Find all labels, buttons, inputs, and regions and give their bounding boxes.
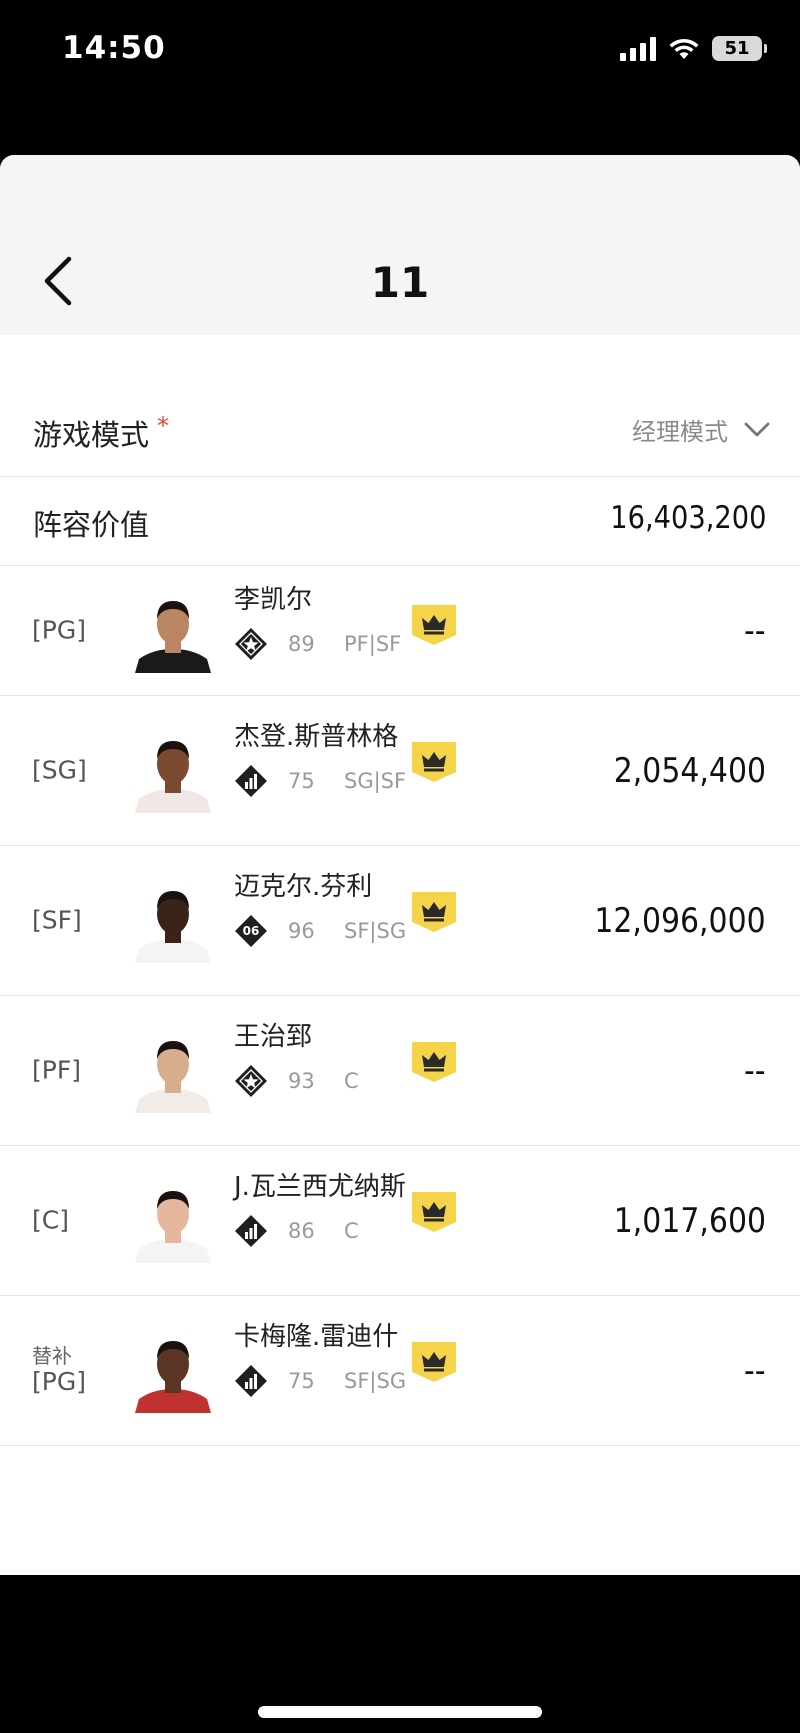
game-mode-select[interactable]: 经理模式	[632, 412, 770, 447]
player-meta: 89 PF|SF	[234, 627, 401, 661]
player-name: 杰登.斯普林格	[234, 722, 399, 752]
crown-icon	[412, 1342, 456, 1382]
player-positions: C	[344, 1219, 359, 1243]
player-meta: 93 C	[234, 1064, 359, 1098]
player-name: J.瓦兰西尤纳斯	[234, 1172, 406, 1202]
player-price: 1,017,600	[613, 1200, 766, 1241]
player-row-6[interactable]: 替补 [PG] 卡梅隆.雷迪什 75 SF|SG --	[0, 1296, 800, 1446]
game-mode-label: 游戏模式 *	[33, 412, 170, 452]
player-name: 卡梅隆.雷迪什	[234, 1322, 399, 1352]
player-row-5[interactable]: [C] J.瓦兰西尤纳斯 86 C 1,017,600	[0, 1146, 800, 1296]
player-positions: C	[344, 1069, 359, 1093]
lineup-value-row: 阵容价值 16,403,200	[0, 478, 800, 566]
star-badge-icon	[234, 627, 268, 661]
player-rating: 89	[288, 632, 315, 656]
position-label: [PG]	[32, 1366, 86, 1396]
cellular-signal-icon	[620, 36, 656, 61]
home-indicator	[258, 1706, 542, 1718]
player-price: 12,096,000	[594, 900, 766, 941]
status-time: 14:50	[62, 30, 166, 66]
player-avatar	[133, 589, 213, 673]
player-name: 李凯尔	[234, 585, 313, 615]
player-positions: SF|SG	[344, 919, 407, 943]
player-name: 迈克尔.芬利	[234, 872, 373, 902]
player-row-4[interactable]: [PF] 王治郅 93 C --	[0, 996, 800, 1146]
player-position: 替补 [PG]	[32, 1343, 86, 1397]
player-portrait	[135, 1190, 211, 1263]
player-positions: SF|SG	[344, 1369, 407, 1393]
bar-chart-badge-icon	[234, 764, 268, 798]
player-position: [SG]	[32, 755, 87, 785]
player-positions: PF|SF	[344, 632, 402, 656]
nav-bar: 11	[0, 155, 800, 335]
number-badge-icon: 06	[234, 914, 268, 948]
player-price: --	[744, 1050, 766, 1091]
player-meta: 86 C	[234, 1214, 359, 1248]
player-meta: 75 SF|SG	[234, 1364, 406, 1398]
player-position: [PG]	[32, 615, 86, 646]
player-avatar	[133, 1329, 213, 1413]
player-name: 王治郅	[234, 1022, 313, 1052]
player-position: [C]	[32, 1205, 69, 1235]
player-portrait	[135, 1040, 211, 1113]
crown-icon	[412, 1192, 456, 1232]
game-mode-value: 经理模式	[632, 418, 728, 446]
battery-icon: 51	[712, 36, 767, 61]
status-icons: 51	[620, 36, 767, 61]
player-rating: 93	[288, 1069, 315, 1093]
status-bar: 14:50 51	[0, 0, 800, 100]
player-avatar	[133, 879, 213, 963]
lineup-value-label: 阵容价值	[33, 508, 150, 542]
wifi-icon	[669, 38, 699, 59]
bar-chart-badge-icon	[234, 1364, 268, 1398]
player-portrait	[135, 740, 211, 813]
position-label: [SG]	[32, 755, 87, 785]
player-portrait	[135, 890, 211, 963]
position-label: [PF]	[32, 1055, 81, 1085]
player-avatar	[133, 1179, 213, 1263]
player-positions: SG|SF	[344, 769, 407, 793]
star-badge-icon	[234, 1064, 268, 1098]
lineup-value-amount: 16,403,200	[609, 500, 766, 536]
player-portrait	[135, 1340, 211, 1413]
player-position: [PF]	[32, 1055, 81, 1085]
bench-label: 替补	[32, 1343, 72, 1368]
lineup-sheet: 11 游戏模式 * 经理模式 阵容价值 16,403,200 [PG] 李凯尔 8…	[0, 155, 800, 1575]
player-price: 2,054,400	[613, 750, 766, 791]
badge-number: 06	[242, 924, 260, 938]
bar-chart-badge-icon	[234, 1214, 268, 1248]
required-mark: *	[157, 412, 170, 440]
battery-level: 51	[724, 38, 750, 59]
crown-icon	[412, 892, 456, 932]
player-rating: 75	[288, 1369, 315, 1393]
player-meta: 06 96 SF|SG	[234, 914, 406, 948]
player-meta: 75 SG|SF	[234, 764, 406, 798]
player-row-3[interactable]: [SF] 迈克尔.芬利 06 96 SF|SG 12,096,000	[0, 846, 800, 996]
chevron-down-icon	[744, 422, 770, 436]
player-rating: 86	[288, 1219, 315, 1243]
crown-icon	[412, 605, 456, 645]
player-avatar	[133, 1029, 213, 1113]
position-label: [SF]	[32, 905, 82, 935]
game-mode-row: 游戏模式 * 经理模式	[0, 390, 800, 477]
player-row-2[interactable]: [SG] 杰登.斯普林格 75 SG|SF 2,054,400	[0, 696, 800, 846]
player-price: --	[744, 1350, 766, 1391]
player-list: [PG] 李凯尔 89 PF|SF -- [SG] 杰登.斯普林格 75 SG|…	[0, 567, 800, 1446]
crown-icon	[412, 1042, 456, 1082]
player-rating: 96	[288, 919, 315, 943]
player-avatar	[133, 729, 213, 813]
player-position: [SF]	[32, 905, 82, 935]
player-rating: 75	[288, 769, 315, 793]
page-title: 11	[370, 258, 430, 307]
position-label: [PG]	[32, 615, 86, 645]
position-label: [C]	[32, 1205, 69, 1235]
player-portrait	[135, 601, 211, 673]
crown-icon	[412, 742, 456, 782]
player-row-1[interactable]: [PG] 李凯尔 89 PF|SF --	[0, 567, 800, 696]
player-price: --	[744, 611, 766, 651]
